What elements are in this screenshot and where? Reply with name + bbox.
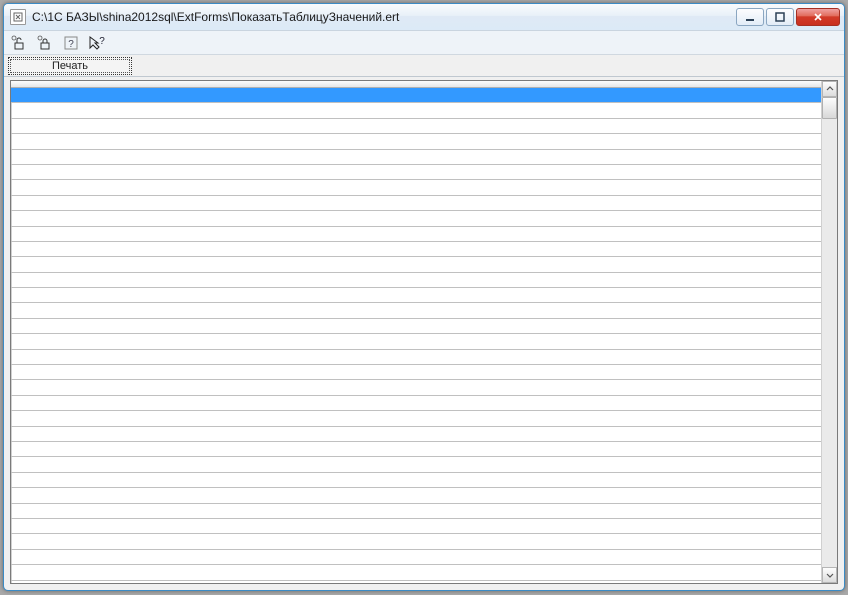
grid-container [10, 80, 838, 584]
table-row[interactable] [11, 273, 821, 288]
table-row[interactable] [11, 504, 821, 519]
table-row[interactable] [11, 534, 821, 549]
table-row[interactable] [11, 303, 821, 318]
table-row[interactable] [11, 380, 821, 395]
table-row[interactable] [11, 442, 821, 457]
table-row[interactable] [11, 565, 821, 580]
minimize-icon [745, 12, 755, 22]
table-row[interactable] [11, 196, 821, 211]
table-row[interactable] [11, 165, 821, 180]
table-row[interactable] [11, 257, 821, 272]
table-row[interactable] [11, 334, 821, 349]
table-row[interactable] [11, 457, 821, 472]
print-button-label: Печать [52, 60, 88, 72]
maximize-button[interactable] [766, 8, 794, 26]
scroll-thumb[interactable] [822, 97, 837, 119]
table-row[interactable] [11, 227, 821, 242]
context-help-icon[interactable]: ? [88, 34, 106, 52]
minimize-button[interactable] [736, 8, 764, 26]
table-row[interactable] [11, 211, 821, 226]
help-icon[interactable]: ? [62, 34, 80, 52]
print-button[interactable]: Печать [8, 57, 132, 75]
scroll-down-button[interactable] [822, 567, 837, 583]
button-bar: Печать [4, 55, 844, 77]
scroll-up-button[interactable] [822, 81, 837, 97]
table-row[interactable] [11, 119, 821, 134]
table-row[interactable] [11, 150, 821, 165]
table-row[interactable] [11, 288, 821, 303]
app-window: C:\1С БАЗЫ\shina2012sql\ExtForms\Показат… [3, 3, 845, 591]
table-row[interactable] [11, 180, 821, 195]
titlebar[interactable]: C:\1С БАЗЫ\shina2012sql\ExtForms\Показат… [4, 4, 844, 31]
maximize-icon [775, 12, 785, 22]
table-row[interactable] [11, 242, 821, 257]
table-row[interactable] [11, 411, 821, 426]
lock-open-icon[interactable] [10, 34, 28, 52]
table-row[interactable] [11, 519, 821, 534]
chevron-up-icon [826, 85, 834, 93]
lock-closed-icon[interactable] [36, 34, 54, 52]
table-row[interactable] [11, 396, 821, 411]
window-title: C:\1С БАЗЫ\shina2012sql\ExtForms\Показат… [32, 10, 736, 24]
data-grid[interactable] [11, 81, 821, 583]
table-row[interactable] [11, 319, 821, 334]
close-icon [813, 12, 823, 22]
svg-text:?: ? [68, 39, 74, 50]
table-row[interactable] [11, 103, 821, 118]
table-row[interactable] [11, 488, 821, 503]
app-icon [10, 9, 26, 25]
table-row[interactable] [11, 350, 821, 365]
grid-body[interactable] [11, 88, 821, 583]
svg-text:?: ? [99, 36, 105, 47]
grid-header[interactable] [11, 81, 821, 88]
table-row[interactable] [11, 365, 821, 380]
toolbar: ? ? [4, 31, 844, 55]
window-controls [736, 8, 840, 26]
close-button[interactable] [796, 8, 840, 26]
table-row[interactable] [11, 134, 821, 149]
scroll-track[interactable] [822, 97, 837, 567]
vertical-scrollbar[interactable] [821, 81, 837, 583]
table-row[interactable] [11, 550, 821, 565]
table-row[interactable] [11, 473, 821, 488]
table-row[interactable] [11, 88, 821, 103]
content-area [4, 77, 844, 590]
table-row[interactable] [11, 427, 821, 442]
chevron-down-icon [826, 571, 834, 579]
